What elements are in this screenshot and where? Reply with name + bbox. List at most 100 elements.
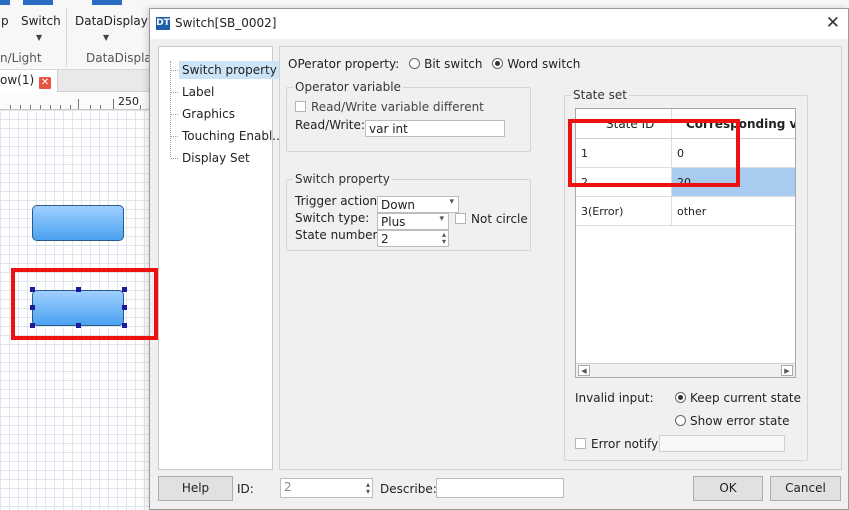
spin-arrows-icon[interactable]: ▴ ▾: [442, 231, 446, 246]
invalid-input-label: Invalid input:: [575, 391, 654, 405]
tree-connector: [171, 136, 178, 137]
rw-variable-input[interactable]: var int: [365, 120, 505, 137]
help-button[interactable]: Help: [158, 476, 233, 501]
show-error-state-radio[interactable]: [675, 415, 686, 426]
bit-switch-radio[interactable]: [409, 58, 421, 69]
horizontal-ruler: 250: [0, 92, 150, 110]
bit-switch-label[interactable]: Bit switch: [424, 57, 482, 71]
dialog-title: Switch[SB_0002]: [175, 16, 277, 30]
tree-connector: [171, 92, 178, 93]
ruler-tick: [20, 105, 21, 109]
document-tabstrip: ow(1) ✕: [0, 70, 150, 92]
state-number-label: State number: [295, 228, 378, 242]
ruler-tick: [50, 105, 51, 109]
ribbon-separator: [66, 8, 67, 66]
show-error-state-option[interactable]: Show error state: [669, 414, 789, 428]
ok-button[interactable]: OK: [693, 476, 763, 501]
state-number-stepper[interactable]: 2 ▴ ▾: [377, 230, 449, 247]
datadisplay-dropdown-icon[interactable]: ▼: [103, 33, 109, 42]
scroll-left-icon[interactable]: ◀: [578, 365, 590, 376]
datadisplay-tool-icon: [92, 0, 122, 5]
dialog-close-icon[interactable]: ✕: [826, 13, 840, 33]
show-error-state-label[interactable]: Show error state: [690, 414, 789, 428]
id-stepper[interactable]: 2 ▴ ▾: [280, 478, 373, 498]
describe-input[interactable]: [436, 478, 564, 498]
canvas-switch-button-1[interactable]: [32, 205, 124, 241]
tab-close-icon[interactable]: ✕: [38, 77, 51, 89]
trigger-action-label: Trigger action: [295, 194, 378, 208]
tool-icon: [0, 0, 10, 5]
ribbon-label-partial[interactable]: p: [1, 14, 9, 28]
ribbon-group-datadisplay: DataDisplay: [86, 51, 159, 65]
keep-current-state-label[interactable]: Keep current state: [690, 391, 801, 405]
nav-item-display-set[interactable]: Display Set: [179, 149, 253, 167]
word-switch-radio[interactable]: [492, 58, 504, 69]
state-set-title: State set: [571, 88, 629, 102]
describe-label: Describe:: [380, 482, 437, 496]
ruler-tick: [78, 99, 79, 109]
rw-different-checkbox[interactable]: [295, 101, 306, 112]
ruler-tick: [60, 105, 61, 109]
keep-current-state-option[interactable]: Keep current state: [669, 391, 801, 405]
not-circle-label: Not circle: [471, 212, 528, 226]
switch-property-group: Switch property Trigger action Down ▾ Sw…: [286, 172, 531, 251]
ruler-tick: [10, 105, 11, 109]
tree-connector: [171, 114, 178, 115]
trigger-action-value: Down: [381, 198, 416, 212]
switch-dialog: DT Switch[SB_0002] ✕ Switch property Lab…: [149, 8, 849, 510]
rw-different-label: Read/Write variable different: [311, 100, 484, 114]
switch-type-select[interactable]: Plus ▾: [377, 213, 449, 230]
nav-item-graphics[interactable]: Graphics: [179, 105, 238, 123]
chevron-down-icon[interactable]: ▾: [439, 214, 444, 224]
chevron-down-icon[interactable]: ▾: [449, 197, 454, 207]
operator-property-label: OPerator property:: [288, 57, 400, 71]
ruler-tick: [140, 105, 141, 109]
nav-item-label[interactable]: Label: [179, 83, 217, 101]
nav-item-switch-property[interactable]: Switch property: [179, 61, 280, 79]
ruler-tick: [30, 105, 31, 109]
switch-tool-icon: [23, 0, 53, 5]
table-row-id[interactable]: 3(Error): [576, 197, 672, 226]
not-circle-checkbox-row[interactable]: Not circle: [455, 212, 528, 226]
ruler-tick: [113, 99, 114, 109]
error-notify-checkbox[interactable]: [575, 438, 586, 449]
table-row-value[interactable]: other: [672, 197, 795, 226]
id-label: ID:: [237, 482, 254, 496]
ribbon-datadisplay-button[interactable]: DataDisplay: [75, 14, 148, 28]
trigger-action-select[interactable]: Down ▾: [377, 196, 459, 213]
operator-variable-title: Operator variable: [293, 80, 403, 94]
ribbon-switch-button[interactable]: Switch: [21, 14, 61, 28]
rw-different-checkbox-row[interactable]: Read/Write variable different: [295, 100, 484, 114]
nav-item-touching-enable[interactable]: Touching Enabl...: [179, 127, 287, 145]
error-notify-input[interactable]: [659, 435, 785, 452]
tree-connector: [171, 70, 178, 71]
ruler-tick: [90, 105, 91, 109]
tree-connector: [171, 158, 178, 159]
switch-type-label: Switch type:: [295, 211, 370, 225]
document-tab[interactable]: ow(1) ✕: [0, 70, 58, 92]
error-notify-row[interactable]: Error notify: [575, 437, 658, 451]
switch-dropdown-icon[interactable]: ▼: [36, 33, 42, 42]
ribbon-icon-strip: [0, 0, 849, 8]
operator-property-row: OPerator property: Bit switch Word switc…: [288, 57, 580, 71]
highlight-box-canvas-button: [11, 268, 158, 340]
word-switch-label[interactable]: Word switch: [507, 57, 580, 71]
operator-variable-group: Operator variable Read/Write variable di…: [286, 80, 531, 152]
cancel-button[interactable]: Cancel: [770, 476, 841, 501]
property-nav-tree: Switch property Label Graphics Touching …: [158, 46, 284, 470]
id-value: 2: [284, 480, 292, 494]
ruler-tick: [100, 105, 101, 109]
rw-label: Read/Write:: [295, 118, 365, 132]
dialog-titlebar[interactable]: DT Switch[SB_0002] ✕: [150, 9, 848, 39]
spin-arrows-icon[interactable]: ▴ ▾: [366, 481, 370, 496]
keep-current-state-radio[interactable]: [675, 392, 686, 403]
property-content: OPerator property: Bit switch Word switc…: [279, 46, 842, 470]
highlight-box-state-rows: [568, 119, 740, 187]
ruler-tick: [70, 105, 71, 109]
ruler-number: 250: [118, 95, 139, 108]
scroll-right-icon[interactable]: ▶: [781, 365, 793, 376]
ribbon-group-light: n/Light: [0, 51, 42, 65]
not-circle-checkbox[interactable]: [455, 213, 466, 224]
horizontal-scrollbar[interactable]: ◀ ▶: [576, 363, 795, 377]
tree-connector-line: [170, 61, 171, 157]
